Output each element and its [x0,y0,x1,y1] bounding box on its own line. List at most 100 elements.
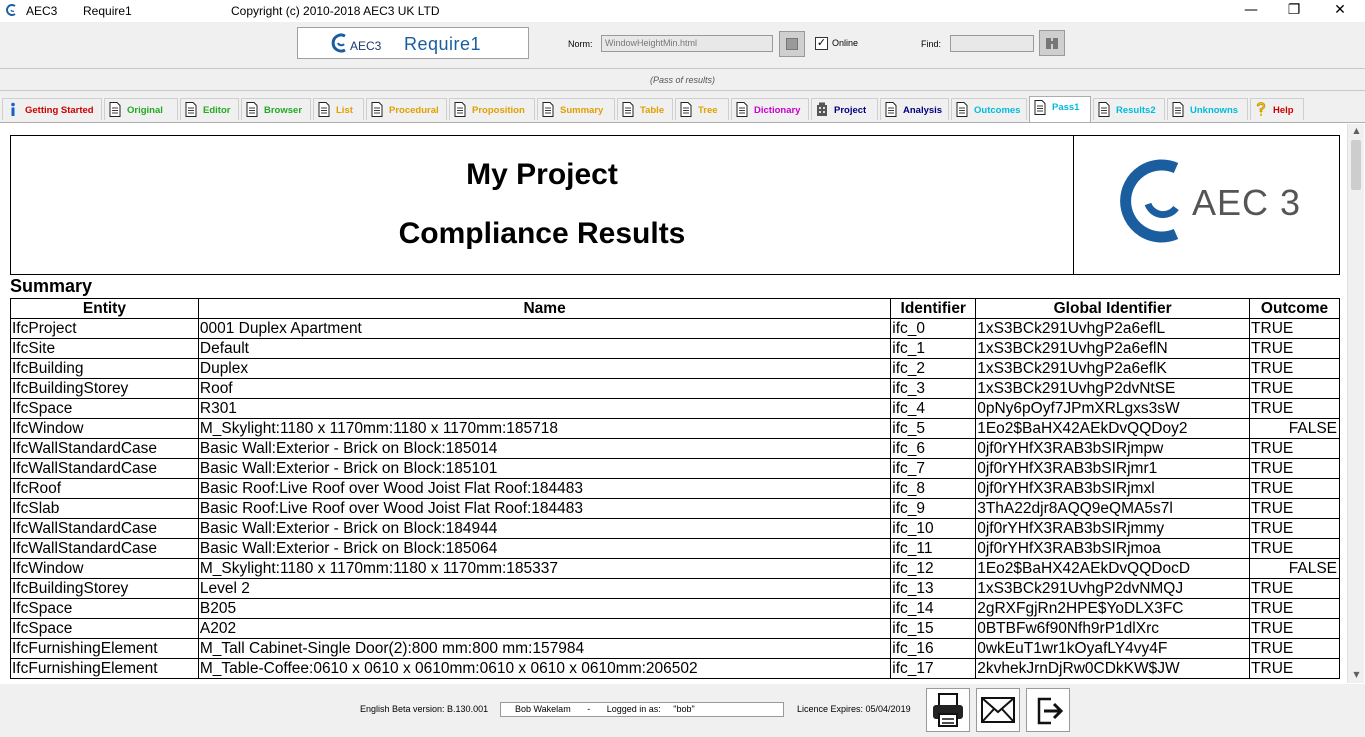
online-checkbox[interactable]: ✓ [815,37,828,50]
version-text: English Beta version: B.130.001 [360,704,489,714]
tab-label: Help [1273,105,1294,116]
tab-analysis[interactable]: Analysis [880,98,949,120]
column-header: Global Identifier [975,298,1251,319]
name-cell: Basic Wall:Exterior - Brick on Block:184… [197,518,892,539]
column-header: Outcome [1249,298,1340,319]
name-cell: Basic Wall:Exterior - Brick on Block:185… [197,538,892,559]
name-cell: M_Skylight:1180 x 1170mm:1180 x 1170mm:1… [197,558,892,579]
identifier-cell: ifc_13 [890,578,977,599]
logo-product-text: Require1 [404,34,482,54]
identifier-cell: ifc_2 [890,358,977,379]
norm-label: Norm: [568,39,593,49]
tab-dictionary[interactable]: Dictionary [731,98,809,120]
global-id-cell: 0jf0rYHfX3RAB3bSIRjmxl [975,478,1251,499]
title-bar: AEC3 Require1 Copyright (c) 2010-2018 AE… [0,0,1365,22]
norm-field[interactable]: WindowHeightMin.html [601,35,773,52]
norm-browse-button[interactable] [779,31,805,57]
table-row: IfcWindow M_Skylight:1180 x 1170mm:1180 x… [10,418,1340,439]
identifier-cell: ifc_3 [890,378,977,399]
login-name: "bob" [673,704,695,714]
scroll-down-icon[interactable]: ▼ [1348,670,1365,679]
minimize-button[interactable]: — [1228,0,1274,22]
column-header: Name [197,298,892,319]
table-body: IfcProject 0001 Duplex Apartment ifc_0 1xS3… [10,318,1340,679]
document-icon [736,102,748,117]
tab-label: Getting Started [25,105,94,116]
header-divider [1073,136,1074,274]
entity-cell: IfcSite [10,338,199,359]
identifier-cell: ifc_15 [890,618,977,639]
document-icon [318,102,330,117]
outcome-cell: TRUE [1249,338,1340,359]
tab-label: Analysis [903,105,943,116]
tab-browser[interactable]: Browser [241,98,311,120]
identifier-cell: ifc_10 [890,518,977,539]
identifier-cell: ifc_11 [890,538,977,559]
help-icon [1256,102,1266,116]
document-icon [542,102,554,117]
exit-button[interactable] [1026,688,1070,732]
aec3-logo-mark [1120,159,1179,243]
licence-text: Licence Expires: 05/04/2019 [797,704,911,714]
tab-outcomes[interactable]: Outcomes [951,98,1027,120]
exit-icon [1037,697,1064,725]
table-row: IfcProject 0001 Duplex Apartment ifc_0 1xS3… [10,318,1340,339]
table-row: IfcWallStandardCase Basic Wall:Exterior -… [10,458,1340,479]
entity-cell: IfcWallStandardCase [10,538,199,559]
identifier-cell: ifc_8 [890,478,977,499]
tab-tree[interactable]: Tree [675,98,729,120]
tab-summary[interactable]: Summary [537,98,615,120]
tab-results2[interactable]: Results2 [1093,98,1165,120]
tab-label: Project [834,105,867,116]
tab-project[interactable]: Project [811,98,878,120]
outcome-cell: TRUE [1249,478,1340,499]
tab-list[interactable]: List [313,98,364,120]
global-id-cell: 3ThA22djr8AQQ9eQMA5s7l [975,498,1251,519]
table-row: IfcWallStandardCase Basic Wall:Exterior -… [10,538,1340,559]
status-text: (Pass of results) [649,75,716,85]
name-cell: A202 [197,618,892,639]
identifier-cell: ifc_5 [890,418,977,439]
tab-table[interactable]: Table [617,98,673,120]
document-icon [1172,102,1184,117]
tab-unknowns[interactable]: Unknowns [1167,98,1248,120]
table-row: IfcBuilding Duplex ifc_2 1xS3BCk291UvhgP2a6… [10,358,1340,379]
tab-editor[interactable]: Editor [180,98,239,120]
identifier-cell: ifc_6 [890,438,977,459]
tab-proposition[interactable]: Proposition [449,98,535,120]
find-button[interactable] [1039,30,1065,56]
restore-button[interactable]: ❐ [1271,0,1317,22]
global-id-cell: 0BTBFw6f90Nfh9rP1dlXrc [975,618,1251,639]
logo-aec3-text: AEC 3 [1192,182,1302,223]
tab-procedural[interactable]: Procedural [366,98,447,120]
user-info-box: Bob Wakelam - Logged in as: "bob" [500,702,784,717]
table-row: IfcBuildingStorey Roof ifc_3 1xS3BCk291Uvhg… [10,378,1340,399]
tab-label: Browser [264,105,303,116]
entity-cell: IfcBuildingStorey [10,378,199,399]
tab-help[interactable]: Help [1250,98,1304,120]
entity-cell: IfcFurnishingElement [10,638,199,659]
outcome-cell: TRUE [1249,658,1340,679]
name-cell: M_Table-Coffee:0610 x 0610 x 0610mm:0610… [197,658,892,679]
entity-cell: IfcBuildingStorey [10,578,199,599]
tab-label: Editor [203,105,231,116]
email-button[interactable] [976,688,1020,732]
tab-original[interactable]: Original [104,98,178,120]
outcome-cell: TRUE [1249,618,1340,639]
print-button[interactable] [926,688,970,732]
name-cell: Basic Roof:Live Roof over Wood Joist Fla… [197,498,892,519]
find-label: Find: [921,39,942,49]
entity-cell: IfcBuilding [10,358,199,379]
name-cell: Default [197,338,892,359]
tab-getting-started[interactable]: Getting Started [2,98,102,120]
scroll-up-icon[interactable]: ▲ [1348,126,1365,135]
entity-cell: IfcFurnishingElement [10,658,199,679]
binoculars-icon [1046,38,1058,49]
tab-pass1[interactable]: Pass1 [1029,96,1091,122]
vertical-scrollbar[interactable]: ▲ ▼ [1347,124,1364,683]
report-title: Compliance Results [398,217,686,250]
scroll-thumb[interactable] [1351,140,1361,190]
close-button[interactable]: ✕ [1317,0,1363,22]
global-id-cell: 0pNy6pOyf7JPmXRLgxs3sW [975,398,1251,419]
find-input[interactable] [950,35,1034,52]
